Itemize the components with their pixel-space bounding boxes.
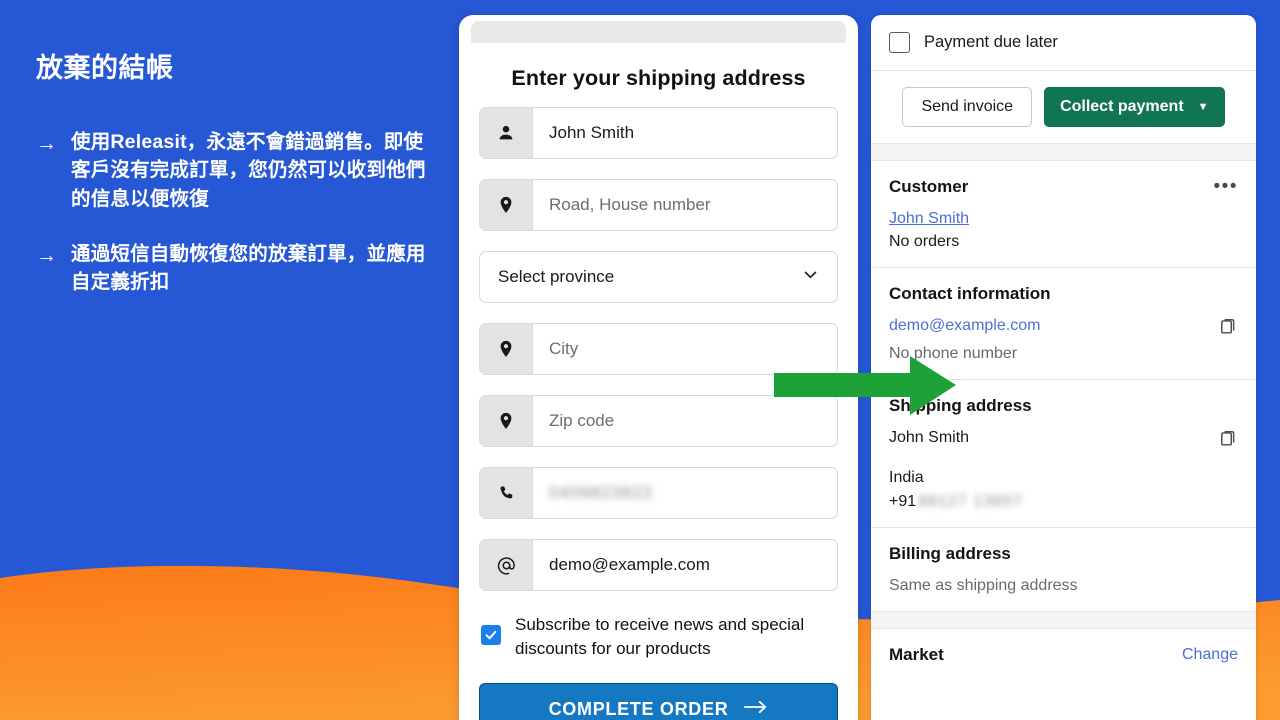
promo-bullet-2: → 通過短信自動恢復您的放棄訂單，並應用自定義折扣 xyxy=(36,240,426,297)
customer-body: John Smith No orders xyxy=(889,210,1238,251)
location-pin-icon xyxy=(480,396,533,446)
phone-value: 0409823822 xyxy=(549,483,654,502)
green-arrow-right-icon xyxy=(774,356,956,415)
market-block: Market Change xyxy=(871,629,1256,681)
complete-order-label: COMPLETE ORDER xyxy=(548,698,729,719)
phone-icon xyxy=(480,468,533,518)
promo-bullet-1: → 使用Releasit，永遠不會錯過銷售。即使客戶沒有完成訂單，您仍然可以收到… xyxy=(36,128,426,214)
customer-orders-count: No orders xyxy=(889,233,960,250)
collect-payment-button[interactable]: Collect payment ▼ xyxy=(1044,87,1225,127)
street-field[interactable]: Road, House number xyxy=(479,179,838,231)
email-field[interactable]: demo@example.com xyxy=(479,539,838,591)
payment-due-later-row[interactable]: Payment due later xyxy=(871,15,1256,70)
full-name-value: John Smith xyxy=(549,123,635,142)
arrow-right-icon: → xyxy=(36,243,57,267)
shipping-phone: +91 88127 13657 xyxy=(889,493,1023,511)
contact-information-title: Contact information xyxy=(889,284,1051,303)
promo-panel: 放棄的結帳 → 使用Releasit，永遠不會錯過銷售。即使客戶沒有完成訂單，您… xyxy=(0,0,460,720)
shipping-phone-rest: 88127 13657 xyxy=(918,493,1023,510)
shipping-phone-prefix: +91 xyxy=(889,493,917,510)
card-top-bar xyxy=(471,21,846,43)
section-gap-band xyxy=(871,611,1256,629)
promo-bullet-list: → 使用Releasit，永遠不會錯過銷售。即使客戶沒有完成訂單，您仍然可以收到… xyxy=(36,128,426,297)
billing-address-block: Billing address Same as shipping address xyxy=(871,528,1256,611)
contact-email-link[interactable]: demo@example.com xyxy=(889,317,1040,335)
arrow-right-icon: → xyxy=(36,131,57,155)
form-fields: John Smith Road, House number Select pro… xyxy=(459,91,858,591)
payment-due-later-label: Payment due later xyxy=(924,33,1058,51)
market-title: Market xyxy=(889,645,944,664)
shipping-country: India xyxy=(889,469,924,486)
province-select-label: Select province xyxy=(498,267,615,286)
province-select[interactable]: Select province xyxy=(479,251,838,303)
clipboard-icon[interactable] xyxy=(1219,429,1238,453)
market-change-link[interactable]: Change xyxy=(1182,646,1238,664)
location-pin-icon xyxy=(480,324,533,374)
customer-name-link[interactable]: John Smith xyxy=(889,210,1238,228)
payment-due-later-checkbox[interactable] xyxy=(889,32,910,53)
subscribe-label: Subscribe to receive news and special di… xyxy=(515,615,805,659)
promo-bullet-text: 使用Releasit，永遠不會錯過銷售。即使客戶沒有完成訂單，您仍然可以收到他們… xyxy=(71,130,426,211)
customer-title: Customer xyxy=(889,177,969,196)
chevron-down-icon xyxy=(802,266,819,288)
promo-bullet-text: 通過短信自動恢復您的放棄訂單，並應用自定義折扣 xyxy=(71,242,426,294)
customer-block: Customer ••• John Smith No orders xyxy=(871,161,1256,267)
clipboard-icon[interactable] xyxy=(1219,317,1238,341)
market-header: Market Change xyxy=(889,645,1238,665)
payment-actions: Send invoice Collect payment ▼ xyxy=(871,71,1256,143)
form-heading: Enter your shipping address xyxy=(511,66,806,90)
shipping-name: John Smith xyxy=(889,429,970,446)
arrow-right-icon xyxy=(744,699,768,720)
more-options-icon[interactable]: ••• xyxy=(1214,177,1238,197)
street-placeholder: Road, House number xyxy=(549,195,711,214)
customer-header: Customer ••• xyxy=(889,177,1238,197)
page-title: 放棄的結帳 xyxy=(36,53,174,83)
location-pin-icon xyxy=(480,180,533,230)
send-invoice-button[interactable]: Send invoice xyxy=(902,87,1033,127)
shipping-address-row: John Smith India +91 88127 13657 xyxy=(889,429,1238,511)
collect-payment-label: Collect payment xyxy=(1060,98,1184,115)
complete-order-button[interactable]: COMPLETE ORDER xyxy=(479,683,838,720)
billing-address-title: Billing address xyxy=(889,544,1011,563)
person-icon xyxy=(480,108,533,158)
subscribe-row[interactable]: Subscribe to receive news and special di… xyxy=(459,611,858,661)
subscribe-checkbox[interactable] xyxy=(481,625,501,645)
full-name-field[interactable]: John Smith xyxy=(479,107,838,159)
billing-address-value: Same as shipping address xyxy=(889,577,1078,594)
screenshot-root: 放棄的結帳 → 使用Releasit，永遠不會錯過銷售。即使客戶沒有完成訂單，您… xyxy=(0,0,1280,720)
at-sign-icon xyxy=(480,540,533,590)
email-value: demo@example.com xyxy=(549,555,710,574)
phone-field[interactable]: 0409823822 xyxy=(479,467,838,519)
caret-down-icon: ▼ xyxy=(1197,101,1209,113)
section-gap-band xyxy=(871,143,1256,161)
